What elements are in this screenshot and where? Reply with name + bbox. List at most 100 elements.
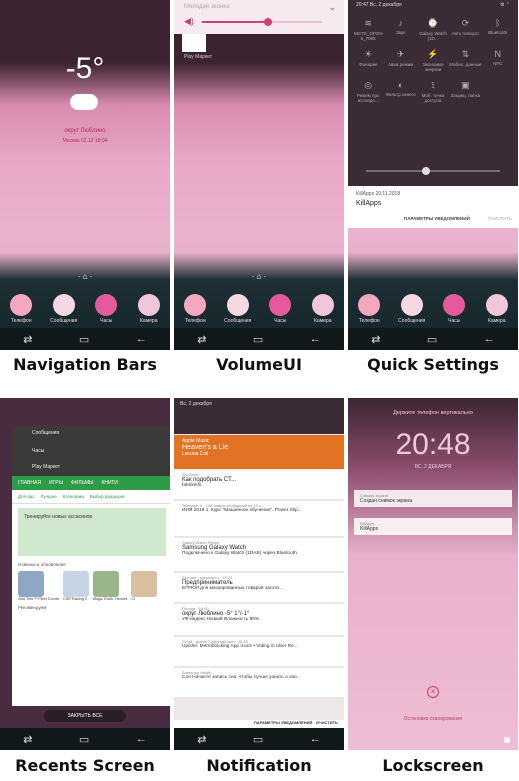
brightness-slider[interactable] bbox=[366, 167, 500, 175]
back-button-icon[interactable]: ← bbox=[310, 333, 321, 345]
dock-app-messages[interactable]: Сообщения bbox=[49, 294, 79, 324]
app-tile[interactable]: Cl bbox=[131, 571, 158, 601]
weather-place[interactable]: округ Люблино bbox=[0, 128, 170, 134]
tab-home[interactable]: ГЛАВНАЯ bbox=[18, 480, 41, 486]
dock: Телефон Сообщения Часы Камера bbox=[348, 294, 518, 324]
speaker-icon[interactable]: ◀) bbox=[184, 16, 194, 27]
tab-movies[interactable]: ФИЛЬМЫ bbox=[71, 480, 93, 486]
back-button-icon[interactable]: ← bbox=[484, 333, 495, 345]
tab-games[interactable]: ИГРЫ bbox=[49, 480, 63, 486]
qs-tile-label: Звук bbox=[395, 30, 406, 35]
dock-app-camera[interactable]: Камера bbox=[482, 294, 512, 324]
recents-button-icon[interactable]: ⇄ bbox=[23, 333, 32, 346]
caption-volume-ui: VolumeUI bbox=[216, 355, 302, 374]
clear-button[interactable]: ОЧИСТИТЬ bbox=[488, 216, 512, 221]
play-store-preview[interactable]: ГЛАВНАЯ ИГРЫ ФИЛЬМЫ КНИГИ Для вас Лучшее… bbox=[12, 476, 170, 706]
screenshot-notification[interactable]: Снимок экрана Создан снимок экрана bbox=[354, 490, 512, 507]
home-button-icon[interactable]: ▭ bbox=[79, 733, 89, 746]
home-button-icon[interactable]: ▭ bbox=[79, 333, 89, 346]
dock-app-camera[interactable]: Камера bbox=[134, 294, 164, 324]
gear-icon[interactable]: ⚙ ⌃ bbox=[500, 2, 510, 8]
notification-item[interactable]: Chrome · sprazdu.ru · 18:20 Предпринимат… bbox=[174, 573, 344, 603]
play-store-label: Play Маркет bbox=[184, 54, 213, 60]
dock-app-phone[interactable]: Телефон bbox=[180, 294, 210, 324]
back-button-icon[interactable]: ← bbox=[136, 733, 147, 745]
weather-updated: Москва 02.12 18:04 bbox=[62, 138, 108, 144]
app-tile[interactable]: Magic Rush: Heroes bbox=[92, 571, 127, 601]
notification-settings-button[interactable]: ПАРАМЕТРЫ УВЕДОМЛЕНИЙ bbox=[404, 216, 470, 221]
home-button-icon[interactable]: ▭ bbox=[253, 333, 263, 346]
qs-tile[interactable] bbox=[482, 80, 514, 103]
panel-notification: Вс, 2 декабря Apple Music Heaven's a Lie… bbox=[174, 398, 344, 750]
dock-app-phone[interactable]: Телефон bbox=[6, 294, 36, 324]
close-icon[interactable]: × bbox=[427, 686, 439, 698]
camera-icon[interactable]: ◙ bbox=[504, 735, 510, 746]
notification-settings-button[interactable]: ПАРАМЕТРЫ УВЕДОМЛЕНИЙ bbox=[254, 720, 313, 725]
qs-tile-label: MGTS_GPON 5_7005 bbox=[353, 31, 383, 41]
lock-clock: 20:48 bbox=[395, 428, 471, 461]
home-button-icon[interactable]: ▭ bbox=[253, 733, 263, 746]
music-notification[interactable]: Apple Music Heaven's a Lie Lacuna Coil bbox=[174, 435, 344, 469]
qs-tile[interactable]: ⟟ Моб. точка доступа bbox=[417, 80, 449, 103]
dock-app-messages[interactable]: Сообщения bbox=[397, 294, 427, 324]
qs-tile[interactable]: ⚡ Экономия энергии bbox=[417, 49, 449, 72]
dock-app-clock[interactable]: Часы bbox=[439, 294, 469, 324]
home-button-icon[interactable]: ▭ bbox=[427, 333, 437, 346]
notification-item[interactable]: Galaxy Watch Plugin Samsung Galaxy Watch… bbox=[174, 538, 344, 572]
back-button-icon[interactable]: ← bbox=[136, 333, 147, 345]
app-tile[interactable]: CSR Racing 2 bbox=[62, 571, 89, 601]
app-tile[interactable]: Star Trek™ Fleet Comm bbox=[18, 571, 59, 601]
killapps-notification[interactable]: KillApps KillApps bbox=[354, 518, 512, 535]
close-all-button[interactable]: ЗАКРЫТЬ ВСЕ bbox=[44, 710, 126, 722]
qs-tile[interactable]: ◎ Режим про исследо... bbox=[352, 80, 384, 103]
qs-tile[interactable]: ⇅ Мобил. данные bbox=[449, 49, 481, 72]
qs-tile[interactable]: ✈ Авиа режим bbox=[384, 49, 416, 72]
dock-app-phone[interactable]: Телефон bbox=[354, 294, 384, 324]
app-thumbnails: Star Trek™ Fleet Comm CSR Racing 2 Magic… bbox=[12, 569, 170, 603]
promo-banner[interactable]: Тренируйте новых ассасинов bbox=[18, 508, 166, 556]
qs-tile[interactable]: ⟳ Авто поворот bbox=[449, 18, 481, 41]
dock-app-messages[interactable]: Сообщения bbox=[223, 294, 253, 324]
qs-tile[interactable]: ≋ MGTS_GPON 5_7005 bbox=[352, 18, 384, 41]
qs-tile[interactable]: ◐ Фильтр синего bbox=[384, 80, 416, 103]
play-store-icon[interactable] bbox=[182, 34, 206, 52]
chevron-down-icon[interactable]: ⌄ bbox=[328, 2, 336, 13]
section-title: Рекомендуем bbox=[18, 605, 47, 610]
notification-item[interactable]: Telegram X · 128 новых сообщений из 12 ч… bbox=[174, 501, 344, 537]
volume-slider-thumb[interactable] bbox=[264, 18, 272, 26]
qs-tile[interactable]: ⌚ Galaxy Watch (1D... bbox=[417, 18, 449, 41]
caption-lockscreen: Lockscreen bbox=[382, 756, 484, 775]
tab-books[interactable]: КНИГИ bbox=[101, 480, 117, 486]
shade-footer: ПАРАМЕТРЫ УВЕДОМЛЕНИЙ ОЧИСТИТЬ bbox=[174, 720, 344, 728]
panel-quick-settings: 20:47 Вс, 2 декабря ⚙ ⌃ ≋ MGTS_GPON 5_700… bbox=[348, 0, 518, 350]
qs-tile[interactable]: ♪ Звук bbox=[384, 18, 416, 41]
dock-app-clock[interactable]: Часы bbox=[265, 294, 295, 324]
messages-icon bbox=[400, 294, 423, 316]
clear-button[interactable]: ОЧИСТИТЬ bbox=[316, 720, 338, 725]
qs-tile-icon: ⌚ bbox=[427, 18, 439, 28]
qs-tile-icon: ◐ bbox=[397, 80, 404, 90]
notification-item[interactable]: Погода · 18:00 округ Люблино -5° 1°/-1° … bbox=[174, 604, 344, 636]
back-button-icon[interactable]: ← bbox=[310, 733, 321, 745]
recents-button-icon[interactable]: ⇄ bbox=[371, 333, 380, 346]
dock-app-camera[interactable]: Камера bbox=[308, 294, 338, 324]
notification-item[interactable]: Gmail · global 71@gmail.com · 18:10 Upis… bbox=[174, 637, 344, 667]
clock-icon bbox=[443, 294, 466, 316]
notification-item[interactable]: Samsung Health Сон Начните запись сна, ч… bbox=[174, 668, 344, 698]
panel-volume-ui: Мелодия звонка ⌄ ◀) Play Маркет · ⌂ · Те… bbox=[174, 0, 344, 350]
orientation-hint: Держите телефон вертикально bbox=[393, 410, 473, 416]
recents-button-icon[interactable]: ⇄ bbox=[197, 333, 206, 346]
killapps-notification[interactable]: KillApps 20.11.2018 KillApps ПАРАМЕТРЫ У… bbox=[348, 186, 518, 228]
qs-tile[interactable]: ☀ Фонарик bbox=[352, 49, 384, 72]
recents-button-icon[interactable]: ⇄ bbox=[23, 733, 32, 746]
dock-app-clock[interactable]: Часы bbox=[91, 294, 121, 324]
notification-item[interactable]: YouTube Как подобрать СТ... fabrikinfo bbox=[174, 470, 344, 500]
messages-icon bbox=[52, 294, 75, 316]
volume-slider[interactable] bbox=[202, 18, 322, 26]
recents-button-icon[interactable]: ⇄ bbox=[197, 733, 206, 746]
phone-icon bbox=[184, 294, 207, 316]
camera-icon bbox=[137, 294, 160, 316]
qs-tile[interactable]: ᛒ Bluetooth bbox=[482, 18, 514, 41]
qs-tile[interactable]: ▣ Защищ. папка bbox=[449, 80, 481, 103]
qs-tile[interactable]: N NFC bbox=[482, 49, 514, 72]
